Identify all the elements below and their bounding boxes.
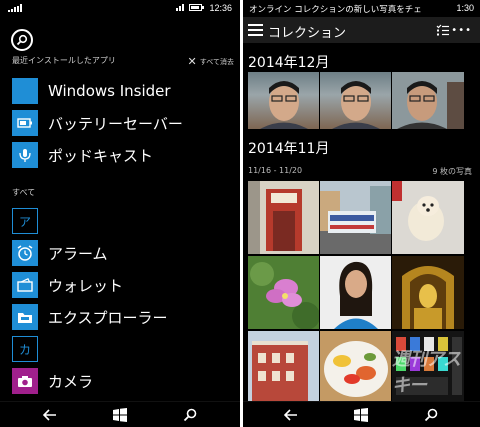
app-header: コレクション ••• — [243, 17, 480, 43]
app-item-podcast[interactable]: ポッドキャスト — [12, 142, 153, 168]
photo-thumbnail[interactable]: 週刊アスキー — [392, 331, 464, 401]
photo-thumbnail[interactable] — [320, 256, 391, 329]
windows-insider-icon — [12, 78, 38, 104]
hamburger-menu-icon[interactable] — [248, 24, 263, 36]
clear-all-button[interactable]: ✕ すべて消去 — [188, 55, 234, 68]
status-bar: 12:36 — [0, 0, 240, 16]
letter-group-ka[interactable]: カ — [12, 336, 38, 362]
checklist-icon — [436, 24, 449, 36]
battery-saver-icon — [12, 110, 38, 136]
photos-collection-screen: オンライン コレクションの新しい写真をチェ 1:30 コレクション ••• 20… — [243, 0, 480, 427]
back-button[interactable] — [42, 407, 58, 423]
app-label: アラーム — [48, 244, 108, 263]
app-item-explorer[interactable]: エクスプローラー — [12, 304, 168, 330]
watermark-text: 週刊アスキー — [392, 349, 461, 396]
letter-group-a[interactable]: ア — [12, 208, 38, 234]
clear-all-label: すべて消去 — [199, 57, 234, 66]
photo-thumbnail[interactable] — [392, 256, 464, 329]
windows-logo-icon — [354, 408, 368, 422]
start-button[interactable] — [353, 407, 369, 423]
status-notification-text: オンライン コレクションの新しい写真をチェ — [249, 5, 422, 15]
search-icon — [424, 408, 438, 422]
app-label: ポッドキャスト — [48, 146, 154, 165]
search-icon — [16, 34, 28, 46]
page-title: コレクション — [268, 26, 347, 41]
recent-apps-header: 最近インストールしたアプリ — [12, 56, 116, 65]
back-button[interactable] — [283, 407, 299, 423]
photo-thumbnail[interactable] — [248, 72, 319, 129]
status-time: 12:36 — [209, 3, 232, 13]
close-icon: ✕ — [187, 55, 197, 68]
status-time: 1:30 — [454, 3, 474, 13]
nav-bar — [0, 401, 240, 427]
photo-thumbnail[interactable] — [248, 181, 319, 254]
windows-logo-icon — [113, 408, 127, 422]
app-item-wallet[interactable]: ウォレット — [12, 272, 123, 298]
app-item-alarm[interactable]: アラーム — [12, 240, 108, 266]
search-button[interactable] — [11, 29, 33, 51]
app-list-screen: 12:36 最近インストールしたアプリ ✕ すべて消去 Windows Insi… — [0, 0, 240, 427]
podcast-icon — [12, 142, 38, 168]
photo-count: 9 枚の写真 — [432, 167, 472, 176]
search-nav-button[interactable] — [423, 407, 439, 423]
back-arrow-icon — [284, 409, 297, 421]
app-label: エクスプローラー — [48, 308, 168, 327]
photo-thumbnail[interactable] — [392, 72, 464, 129]
signal-icon — [8, 4, 22, 12]
photo-thumbnail[interactable] — [320, 181, 391, 254]
nav-bar — [243, 401, 480, 427]
date-range: 11/16 - 11/20 — [248, 166, 303, 175]
all-apps-header: すべて — [12, 188, 36, 197]
section-header-dec[interactable]: 2014年12月 — [248, 52, 329, 72]
app-item-windows-insider[interactable]: Windows Insider — [12, 78, 171, 104]
status-bar: オンライン コレクションの新しい写真をチェ 1:30 — [249, 3, 474, 15]
explorer-icon — [12, 304, 38, 330]
photo-thumbnail[interactable] — [320, 331, 391, 401]
app-label: ウォレット — [48, 276, 124, 295]
select-button[interactable] — [436, 23, 450, 37]
photo-thumbnail[interactable] — [248, 256, 319, 329]
photo-thumbnail[interactable] — [320, 72, 391, 129]
camera-icon — [12, 368, 38, 394]
photo-thumbnail[interactable] — [392, 181, 464, 254]
app-item-camera[interactable]: カメラ — [12, 368, 93, 394]
app-label: バッテリーセーバー — [48, 114, 183, 133]
battery-icon — [189, 4, 204, 11]
more-options-icon[interactable]: ••• — [451, 25, 472, 36]
wallet-icon — [12, 272, 38, 298]
app-item-battery-saver[interactable]: バッテリーセーバー — [12, 110, 183, 136]
search-icon — [183, 408, 197, 422]
back-arrow-icon — [43, 409, 56, 421]
photo-thumbnail[interactable] — [248, 331, 319, 401]
wifi-icon — [176, 4, 184, 11]
search-nav-button[interactable] — [182, 407, 198, 423]
alarm-icon — [12, 240, 38, 266]
section-header-nov[interactable]: 2014年11月 — [248, 138, 329, 158]
start-button[interactable] — [112, 407, 128, 423]
app-label: カメラ — [48, 372, 94, 391]
app-label: Windows Insider — [48, 82, 171, 100]
